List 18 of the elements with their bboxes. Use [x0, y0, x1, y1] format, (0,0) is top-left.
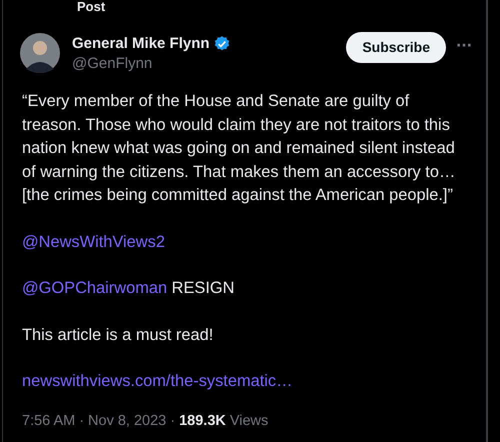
- views-label: Views: [230, 412, 268, 428]
- post-text: “Every member of the House and Senate are guilty of treason. Those who would claim they are not traitors to this nation knew what was going on and remained silent instead of warning the citizens. That makes them an accessory to… [the crimes being committed against the American people.]”: [22, 91, 456, 206]
- post-date[interactable]: Nov 8, 2023: [88, 412, 166, 428]
- views-count: 189.3K: [179, 412, 226, 428]
- separator: ·: [79, 412, 84, 428]
- separator: ·: [170, 412, 176, 428]
- mention-link[interactable]: @GOPChairwoman: [22, 279, 168, 297]
- subscribe-button[interactable]: Subscribe: [346, 32, 446, 62]
- author-handle: @GenFlynn: [72, 54, 154, 72]
- post-text: This article is a must read!: [22, 324, 214, 346]
- post-time[interactable]: 7:56 AM: [22, 412, 76, 428]
- avatar[interactable]: [20, 33, 60, 73]
- mention-link[interactable]: @NewsWithViews2: [22, 232, 165, 250]
- page-title: Post: [77, 0, 106, 14]
- more-button[interactable]: ···: [454, 38, 474, 54]
- post-text: @GOPChairwoman RESIGN: [22, 278, 236, 299]
- author-name[interactable]: General Mike Flynn: [72, 35, 210, 52]
- article-link[interactable]: newswithviews.com/the-systematic…: [22, 372, 293, 390]
